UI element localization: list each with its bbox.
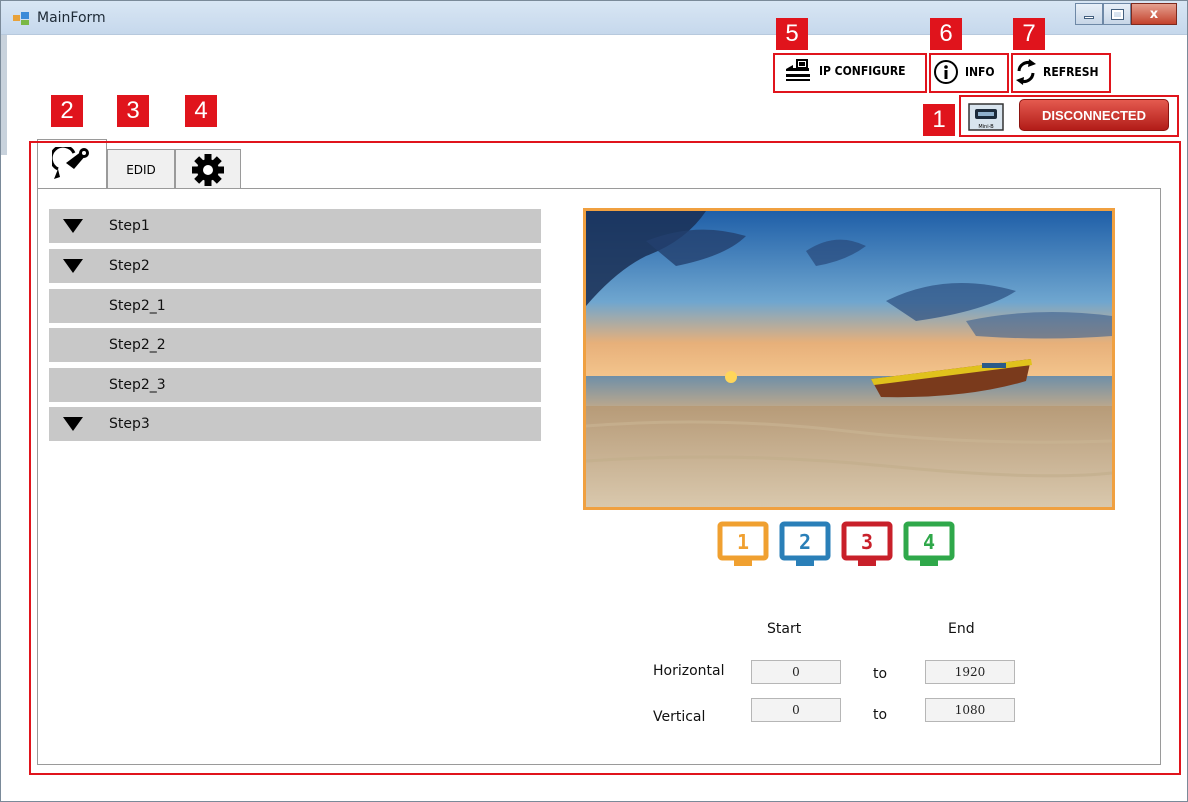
minimize-button[interactable] xyxy=(1075,3,1103,25)
annotation-badge-5: 5 xyxy=(776,18,808,50)
tab-edid[interactable]: EDID xyxy=(107,149,175,189)
tab-tools[interactable] xyxy=(37,139,107,189)
step-label: Step2 xyxy=(109,258,150,274)
step-label: Step2_3 xyxy=(109,377,166,393)
maximize-button[interactable] xyxy=(1103,3,1131,25)
horizontal-start-value: 0 xyxy=(792,665,800,679)
main-window: MainForm x IP CONFIGURE INFO REFRESH Min… xyxy=(0,0,1188,802)
left-edge-marker xyxy=(1,35,7,155)
step-item-2-1[interactable]: Step2_1 xyxy=(49,289,541,323)
close-icon: x xyxy=(1149,6,1159,22)
monitor-4-label: 4 xyxy=(923,530,935,554)
horizontal-label: Horizontal xyxy=(653,663,725,679)
end-header: End xyxy=(948,621,975,637)
annotation-badge-6: 6 xyxy=(930,18,962,50)
info-icon xyxy=(934,60,958,84)
step-label: Step2_2 xyxy=(109,337,166,353)
step-item-2[interactable]: Step2 xyxy=(49,249,541,283)
refresh-label: REFRESH xyxy=(1043,65,1099,79)
ip-configure-button[interactable]: IP CONFIGURE xyxy=(783,59,906,83)
step-label: Step2_1 xyxy=(109,298,166,314)
step-item-2-3[interactable]: Step2_3 xyxy=(49,368,541,402)
vertical-start-value: 0 xyxy=(792,703,800,717)
minimize-icon xyxy=(1084,15,1094,19)
horizontal-start-field[interactable]: 0 xyxy=(751,660,841,684)
vertical-end-value: 1080 xyxy=(954,703,986,717)
horizontal-end-field[interactable]: 1920 xyxy=(925,660,1015,684)
annotation-badge-2: 2 xyxy=(51,95,83,127)
vertical-end-field[interactable]: 1080 xyxy=(925,698,1015,722)
expand-triangle-icon[interactable] xyxy=(63,259,83,273)
usb-port-icon[interactable]: Mini-B xyxy=(967,102,1005,132)
refresh-icon xyxy=(1016,59,1036,85)
vertical-label: Vertical xyxy=(653,709,706,725)
expand-triangle-icon[interactable] xyxy=(63,417,83,431)
step-label: Step1 xyxy=(109,218,150,234)
monitor-selector: 1 2 3 4 xyxy=(716,521,956,571)
monitor-4-icon[interactable]: 4 xyxy=(902,521,956,571)
preview-image xyxy=(583,208,1115,510)
beach-sunset-image xyxy=(586,211,1112,507)
tab-edid-label: EDID xyxy=(126,162,156,177)
app-icon xyxy=(13,12,29,25)
step-item-1[interactable]: Step1 xyxy=(49,209,541,243)
vertical-start-field[interactable]: 0 xyxy=(751,698,841,722)
tab-settings[interactable] xyxy=(175,149,241,189)
connection-status-label: DISCONNECTED xyxy=(1041,107,1146,123)
to-label: to xyxy=(873,707,888,723)
expand-triangle-icon[interactable] xyxy=(63,219,83,233)
annotation-badge-3: 3 xyxy=(117,95,149,127)
info-button[interactable]: INFO xyxy=(933,59,995,85)
to-label: to xyxy=(873,666,888,682)
step-item-2-2[interactable]: Step2_2 xyxy=(49,328,541,362)
wrench-icon xyxy=(52,146,89,179)
info-label: INFO xyxy=(965,65,995,79)
step-item-3[interactable]: Step3 xyxy=(49,407,541,441)
monitor-2-label: 2 xyxy=(799,530,811,554)
monitor-1-icon[interactable]: 1 xyxy=(716,521,770,571)
maximize-icon xyxy=(1110,8,1124,20)
annotation-badge-7: 7 xyxy=(1013,18,1045,50)
annotation-badge-1: 1 xyxy=(923,104,955,136)
step-label: Step3 xyxy=(109,416,150,432)
title-bar[interactable]: MainForm x xyxy=(1,1,1187,35)
close-button[interactable]: x xyxy=(1131,3,1177,25)
monitor-3-icon[interactable]: 3 xyxy=(840,521,894,571)
horizontal-end-value: 1920 xyxy=(954,665,986,679)
monitor-1-label: 1 xyxy=(737,530,749,554)
window-controls: x xyxy=(1075,3,1177,25)
start-header: Start xyxy=(767,621,802,637)
ip-configure-label: IP CONFIGURE xyxy=(819,64,906,78)
connection-status-button[interactable]: DISCONNECTED xyxy=(1019,99,1169,131)
usb-caption: Mini-B xyxy=(978,124,994,130)
annotation-badge-4: 4 xyxy=(185,95,217,127)
gear-icon xyxy=(192,153,224,186)
window-title: MainForm xyxy=(37,10,106,26)
monitor-2-icon[interactable]: 2 xyxy=(778,521,832,571)
refresh-button[interactable]: REFRESH xyxy=(1015,59,1099,85)
network-config-icon xyxy=(786,59,810,81)
monitor-3-label: 3 xyxy=(861,530,873,554)
